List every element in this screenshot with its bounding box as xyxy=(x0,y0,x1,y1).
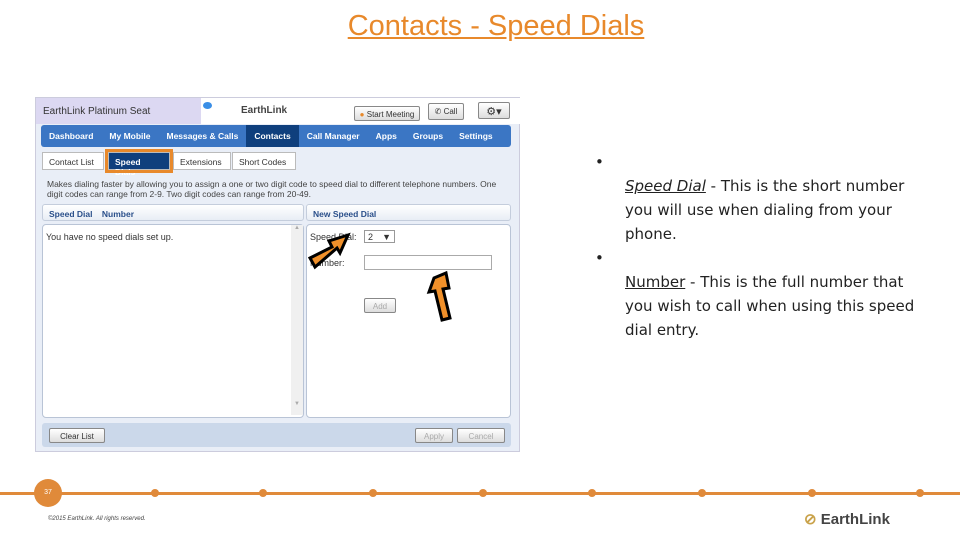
bullet-speed-dial: • Speed Dial - This is the short number … xyxy=(595,150,904,243)
speed-dial-value: 2 xyxy=(368,232,374,242)
timeline-dot xyxy=(808,489,816,497)
nav-messages-calls[interactable]: Messages & Calls xyxy=(159,125,247,147)
phone-icon: ✆ xyxy=(434,107,444,116)
tab-short-codes[interactable]: Short Codes xyxy=(232,152,296,170)
copyright: ©2015 EarthLink. All rights reserved. xyxy=(48,516,146,522)
bullet-icon: • xyxy=(595,153,604,171)
meeting-icon: ● xyxy=(359,110,367,119)
timeline-dot xyxy=(259,489,267,497)
footer-bar: Clear List Apply Cancel xyxy=(42,423,511,447)
empty-message: You have no speed dials set up. xyxy=(46,232,174,242)
add-button[interactable]: Add xyxy=(364,298,396,313)
footer-logo-text: EarthLink xyxy=(820,511,890,528)
start-meeting-label: Start Meeting xyxy=(366,110,415,119)
timeline-dot xyxy=(369,489,377,497)
tab-contact-list[interactable]: Contact List xyxy=(42,152,104,170)
scrollbar[interactable]: ▲ ▼ xyxy=(291,225,303,415)
settings-gear-button[interactable]: ⚙▾ xyxy=(478,102,510,119)
start-meeting-button[interactable]: ● Start Meeting xyxy=(354,106,420,121)
chat-icon[interactable] xyxy=(203,102,212,109)
dropdown-arrow-icon: ▼ xyxy=(382,232,391,242)
nav-dashboard[interactable]: Dashboard xyxy=(41,125,101,147)
page-number: 37 xyxy=(34,479,62,507)
timeline-dot xyxy=(151,489,159,497)
earthlink-logo: EarthLink xyxy=(241,105,288,116)
app-screenshot: EarthLink Platinum Seat EarthLink ● Star… xyxy=(35,97,521,452)
nav-my-mobile[interactable]: My Mobile xyxy=(101,125,158,147)
nav-call-manager[interactable]: Call Manager xyxy=(299,125,368,147)
cancel-button[interactable]: Cancel xyxy=(457,428,505,443)
bullet-number: • Number - This is the full number that … xyxy=(595,246,914,339)
main-nav: Dashboard My Mobile Messages & Calls Con… xyxy=(41,125,511,147)
gear-icon: ⚙▾ xyxy=(486,106,502,118)
timeline-dot xyxy=(479,489,487,497)
tab-extensions[interactable]: Extensions xyxy=(173,152,231,170)
arrow-to-speed-dial-icon xyxy=(307,232,351,270)
nav-settings[interactable]: Settings xyxy=(451,125,501,147)
col-speed-dial: Speed Dial xyxy=(49,209,93,219)
call-label: Call xyxy=(443,107,458,116)
speed-dial-select[interactable]: 2 ▼ xyxy=(364,230,395,243)
bullet-term: Number xyxy=(625,273,686,291)
arrow-to-number-icon xyxy=(426,270,452,322)
speed-dial-list: You have no speed dials set up. ▲ ▼ xyxy=(42,224,304,418)
nav-apps[interactable]: Apps xyxy=(368,125,405,147)
clear-list-button[interactable]: Clear List xyxy=(49,428,105,443)
timeline-dot xyxy=(698,489,706,497)
tab-speed-dials[interactable]: Speed Dials xyxy=(105,149,173,177)
earthlink-logo-icon: ⊘ xyxy=(804,511,817,528)
description: Makes dialing faster by allowing you to … xyxy=(47,179,497,199)
list-header: Speed Dial Number xyxy=(42,204,304,221)
slide-title: Contacts - Speed Dials xyxy=(347,10,645,42)
seat-name: EarthLink Platinum Seat xyxy=(36,98,201,124)
timeline-dot xyxy=(916,489,924,497)
bullet-term: Speed Dial xyxy=(625,177,706,195)
timeline-dot xyxy=(588,489,596,497)
call-button[interactable]: ✆ Call xyxy=(428,103,464,120)
app-header: EarthLink Platinum Seat EarthLink ● Star… xyxy=(36,98,521,124)
nav-contacts[interactable]: Contacts xyxy=(246,125,299,147)
apply-button[interactable]: Apply xyxy=(415,428,453,443)
col-number: Number xyxy=(101,209,135,219)
nav-groups[interactable]: Groups xyxy=(405,125,451,147)
bullet-icon: • xyxy=(595,249,604,267)
footer-logo: ⊘ EarthLink xyxy=(804,510,890,528)
new-speed-dial-header: New Speed Dial xyxy=(306,204,511,221)
